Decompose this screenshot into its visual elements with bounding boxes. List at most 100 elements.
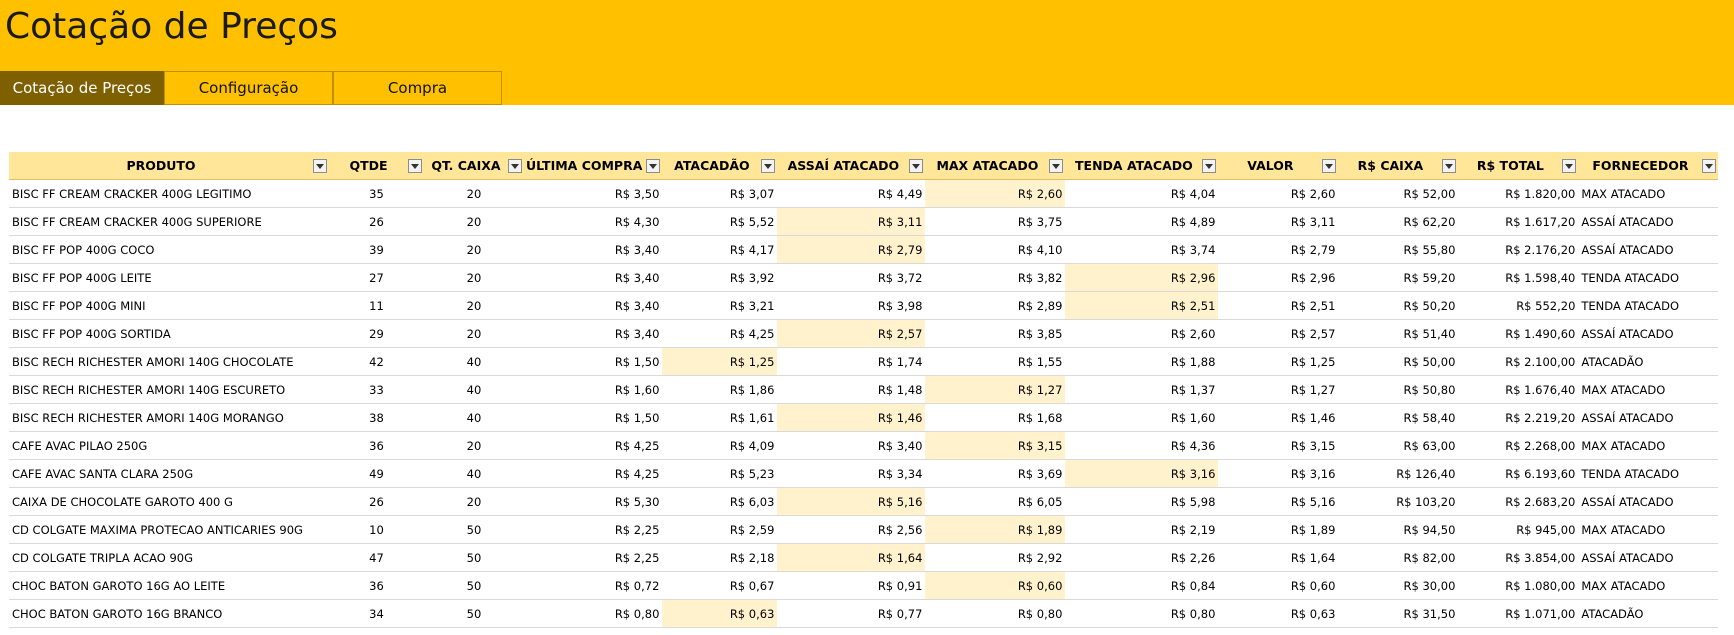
cell-r-caixa[interactable]: R$ 62,20: [1338, 207, 1459, 236]
cell-assai-atacado[interactable]: R$ 2,57: [777, 319, 926, 348]
cell-atacadao[interactable]: R$ 6,03: [662, 487, 778, 516]
filter-dropdown-icon[interactable]: [761, 159, 776, 173]
cell-qt-caixa[interactable]: 40: [424, 403, 524, 432]
cell-atacadao[interactable]: R$ 1,61: [662, 403, 778, 432]
cell-ultima-compra[interactable]: R$ 3,40: [524, 291, 663, 320]
cell-r-caixa[interactable]: R$ 31,50: [1338, 599, 1459, 628]
cell-qtde[interactable]: 34: [329, 599, 424, 628]
cell-ultima-compra[interactable]: R$ 3,40: [524, 235, 663, 264]
cell-r-total[interactable]: R$ 1.071,00: [1458, 599, 1579, 628]
filter-dropdown-icon[interactable]: [646, 159, 661, 173]
cell-r-total[interactable]: R$ 2.100,00: [1458, 347, 1579, 376]
cell-qtde[interactable]: 42: [329, 347, 424, 376]
filter-dropdown-icon[interactable]: [1702, 159, 1717, 173]
cell-r-total[interactable]: R$ 1.490,60: [1458, 319, 1579, 348]
cell-assai-atacado[interactable]: R$ 2,79: [777, 235, 926, 264]
filter-dropdown-icon[interactable]: [1322, 159, 1337, 173]
cell-valor[interactable]: R$ 3,11: [1218, 207, 1339, 236]
cell-atacadao[interactable]: R$ 0,63: [662, 599, 778, 628]
cell-produto[interactable]: CAIXA DE CHOCOLATE GAROTO 400 G: [9, 487, 329, 516]
cell-produto[interactable]: CD COLGATE MAXIMA PROTECAO ANTICARIES 90…: [9, 515, 329, 544]
cell-fornecedor[interactable]: ATACADÃO: [1578, 599, 1719, 628]
filter-dropdown-icon[interactable]: [1562, 159, 1577, 173]
cell-ultima-compra[interactable]: R$ 5,30: [524, 487, 663, 516]
cell-fornecedor[interactable]: ATACADÃO: [1578, 347, 1719, 376]
cell-produto[interactable]: CHOC BATON GAROTO 16G AO LEITE: [9, 571, 329, 600]
cell-assai-atacado[interactable]: R$ 5,16: [777, 487, 926, 516]
cell-fornecedor[interactable]: MAX ATACADO: [1578, 179, 1719, 208]
cell-valor[interactable]: R$ 1,89: [1218, 515, 1339, 544]
filter-dropdown-icon[interactable]: [313, 159, 327, 173]
cell-qtde[interactable]: 36: [329, 431, 424, 460]
cell-valor[interactable]: R$ 2,79: [1218, 235, 1339, 264]
cell-r-caixa[interactable]: R$ 103,20: [1338, 487, 1459, 516]
cell-qt-caixa[interactable]: 20: [424, 179, 524, 208]
cell-assai-atacado[interactable]: R$ 0,91: [777, 571, 926, 600]
cell-max-atacado[interactable]: R$ 3,15: [925, 431, 1066, 460]
cell-fornecedor[interactable]: TENDA ATACADO: [1578, 263, 1719, 292]
cell-assai-atacado[interactable]: R$ 4,49: [777, 179, 926, 208]
cell-produto[interactable]: BISC RECH RICHESTER AMORI 140G ESCURETO: [9, 375, 329, 404]
cell-atacadao[interactable]: R$ 4,09: [662, 431, 778, 460]
cell-produto[interactable]: BISC FF CREAM CRACKER 400G SUPERIORE: [9, 207, 329, 236]
cell-r-total[interactable]: R$ 1.617,20: [1458, 207, 1579, 236]
filter-dropdown-icon[interactable]: [1442, 159, 1457, 173]
cell-ultima-compra[interactable]: R$ 0,72: [524, 571, 663, 600]
cell-qtde[interactable]: 27: [329, 263, 424, 292]
cell-qt-caixa[interactable]: 50: [424, 599, 524, 628]
cell-atacadao[interactable]: R$ 5,52: [662, 207, 778, 236]
cell-max-atacado[interactable]: R$ 1,68: [925, 403, 1066, 432]
cell-ultima-compra[interactable]: R$ 3,40: [524, 319, 663, 348]
cell-r-total[interactable]: R$ 1.598,40: [1458, 263, 1579, 292]
cell-valor[interactable]: R$ 1,25: [1218, 347, 1339, 376]
cell-max-atacado[interactable]: R$ 0,80: [925, 599, 1066, 628]
cell-qtde[interactable]: 39: [329, 235, 424, 264]
cell-r-caixa[interactable]: R$ 58,40: [1338, 403, 1459, 432]
cell-atacadao[interactable]: R$ 4,17: [662, 235, 778, 264]
cell-atacadao[interactable]: R$ 2,59: [662, 515, 778, 544]
cell-assai-atacado[interactable]: R$ 3,98: [777, 291, 926, 320]
cell-r-caixa[interactable]: R$ 59,20: [1338, 263, 1459, 292]
cell-ultima-compra[interactable]: R$ 0,80: [524, 599, 663, 628]
cell-valor[interactable]: R$ 2,51: [1218, 291, 1339, 320]
cell-fornecedor[interactable]: ASSAÍ ATACADO: [1578, 319, 1719, 348]
cell-qt-caixa[interactable]: 20: [424, 291, 524, 320]
cell-ultima-compra[interactable]: R$ 2,25: [524, 515, 663, 544]
cell-atacadao[interactable]: R$ 2,18: [662, 543, 778, 572]
cell-r-caixa[interactable]: R$ 82,00: [1338, 543, 1459, 572]
cell-assai-atacado[interactable]: R$ 1,48: [777, 375, 926, 404]
tab-compra[interactable]: Compra: [333, 71, 502, 105]
cell-tenda-atacado[interactable]: R$ 3,74: [1065, 235, 1219, 264]
cell-qtde[interactable]: 36: [329, 571, 424, 600]
cell-valor[interactable]: R$ 1,64: [1218, 543, 1339, 572]
cell-qt-caixa[interactable]: 20: [424, 263, 524, 292]
cell-ultima-compra[interactable]: R$ 3,50: [524, 179, 663, 208]
tab-cotacao-de-precos[interactable]: Cotação de Preços: [0, 71, 164, 105]
cell-r-total[interactable]: R$ 2.268,00: [1458, 431, 1579, 460]
cell-fornecedor[interactable]: MAX ATACADO: [1578, 571, 1719, 600]
cell-tenda-atacado[interactable]: R$ 4,36: [1065, 431, 1219, 460]
cell-ultima-compra[interactable]: R$ 1,50: [524, 347, 663, 376]
cell-r-caixa[interactable]: R$ 126,40: [1338, 459, 1459, 488]
cell-fornecedor[interactable]: ASSAÍ ATACADO: [1578, 207, 1719, 236]
cell-qt-caixa[interactable]: 20: [424, 207, 524, 236]
cell-r-caixa[interactable]: R$ 63,00: [1338, 431, 1459, 460]
cell-produto[interactable]: CD COLGATE TRIPLA ACAO 90G: [9, 543, 329, 572]
cell-fornecedor[interactable]: TENDA ATACADO: [1578, 291, 1719, 320]
cell-tenda-atacado[interactable]: R$ 4,04: [1065, 179, 1219, 208]
cell-ultima-compra[interactable]: R$ 3,40: [524, 263, 663, 292]
cell-r-total[interactable]: R$ 1.676,40: [1458, 375, 1579, 404]
cell-tenda-atacado[interactable]: R$ 0,80: [1065, 599, 1219, 628]
cell-atacadao[interactable]: R$ 4,25: [662, 319, 778, 348]
cell-assai-atacado[interactable]: R$ 2,56: [777, 515, 926, 544]
cell-atacadao[interactable]: R$ 1,86: [662, 375, 778, 404]
cell-r-total[interactable]: R$ 2.176,20: [1458, 235, 1579, 264]
cell-assai-atacado[interactable]: R$ 1,64: [777, 543, 926, 572]
cell-produto[interactable]: BISC FF POP 400G COCO: [9, 235, 329, 264]
cell-max-atacado[interactable]: R$ 3,82: [925, 263, 1066, 292]
cell-tenda-atacado[interactable]: R$ 2,51: [1065, 291, 1219, 320]
cell-max-atacado[interactable]: R$ 2,92: [925, 543, 1066, 572]
cell-tenda-atacado[interactable]: R$ 4,89: [1065, 207, 1219, 236]
cell-qtde[interactable]: 33: [329, 375, 424, 404]
cell-atacadao[interactable]: R$ 3,07: [662, 179, 778, 208]
